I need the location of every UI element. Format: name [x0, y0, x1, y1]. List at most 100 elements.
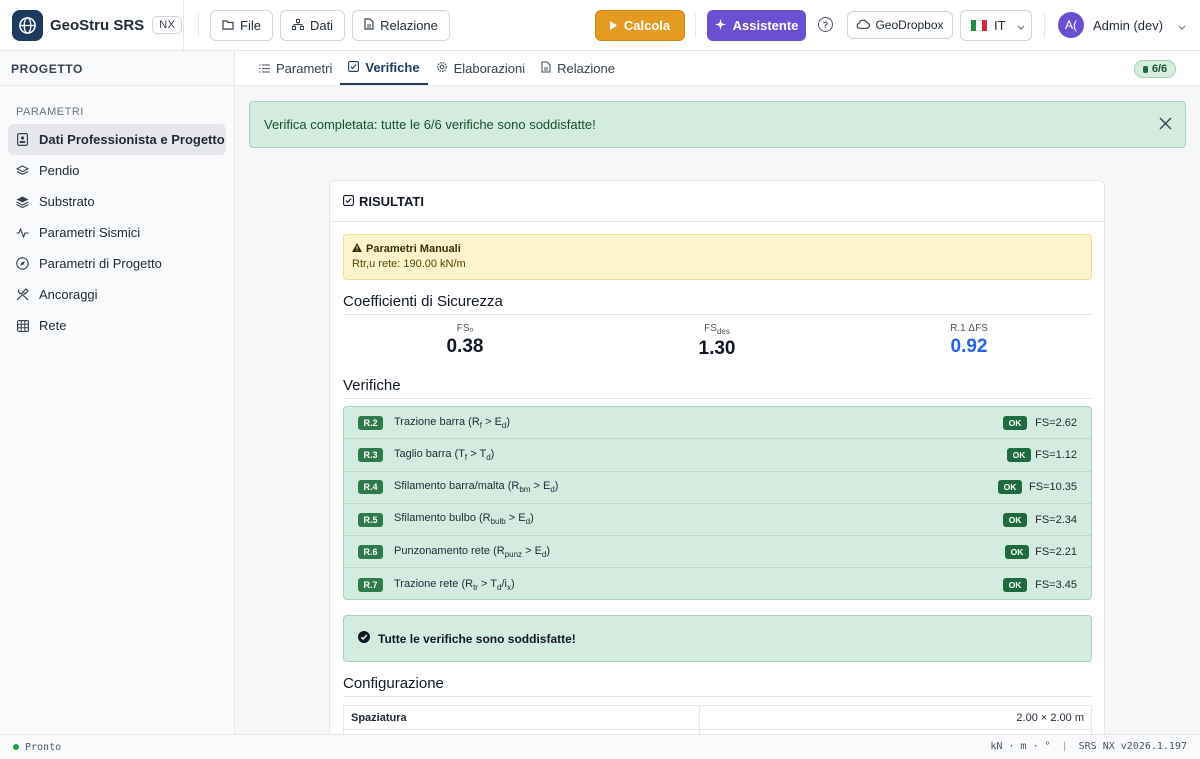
sidebar-item-ancoraggi[interactable]: Ancoraggi: [8, 279, 226, 310]
verifica-row-r4: R.4 Sfilamento barra/malta (Rbm > Ed) OK…: [344, 472, 1091, 504]
desc-text: ): [506, 415, 511, 428]
sidebar-item-rete[interactable]: Rete: [8, 310, 226, 341]
folder-icon: [222, 18, 234, 33]
desc-text: Trazione rete (R: [394, 577, 474, 590]
sidebar-item-label: Substrato: [39, 194, 95, 209]
verifica-code: R.3: [358, 447, 383, 462]
ok-badge: OK: [1003, 577, 1027, 592]
desc-text: ): [530, 512, 534, 525]
file-button-label: File: [240, 17, 261, 33]
count-badge-label: 6/6: [1151, 63, 1168, 75]
coef-value: 0.38: [446, 336, 484, 357]
coef-label: R.1 ΔFS: [950, 323, 988, 334]
grid-icon: [16, 319, 29, 332]
verifica-code: R.5: [358, 512, 383, 527]
sidebar-header: PROGETTO: [0, 51, 234, 86]
fs-value: FS=10.35: [1028, 481, 1077, 494]
warning-icon: [352, 243, 362, 255]
desc-text: Punzonamento rete (R: [394, 544, 505, 557]
desc-text: Sfilamento bulbo (R: [394, 512, 491, 525]
check-circle-icon: [358, 631, 370, 646]
relazione-button-label: Relazione: [380, 17, 438, 33]
activity-icon: [16, 226, 29, 239]
sidebar-item-substrato[interactable]: Substrato: [8, 186, 226, 217]
sidebar-item-label: Rete: [39, 318, 67, 333]
user-menu[interactable]: A( Admin (dev): [1058, 12, 1186, 38]
sparkle-icon: [714, 18, 726, 33]
bullet-icon: [1142, 65, 1148, 73]
globe-logo-icon: [12, 9, 43, 41]
tab-elaborazioni[interactable]: Elaborazioni: [428, 51, 534, 85]
verifica-description: Sfilamento bulbo (Rbulb > Ed): [394, 512, 534, 526]
coef-fs0: FSₒ 0.38: [340, 323, 590, 358]
tab-verifiche[interactable]: Verifiche: [340, 51, 428, 85]
language-select[interactable]: IT: [960, 10, 1032, 41]
verifica-code: R.4: [358, 480, 383, 495]
desc-text: > T: [467, 447, 487, 460]
top-bar: GeoStru SRS NX File Dati Relazione Calco…: [0, 0, 1200, 51]
ok-badge: OK: [998, 480, 1022, 495]
desc-sub: punz: [504, 549, 523, 559]
desc-text: ): [546, 544, 551, 557]
sidebar-item-dati-professionista[interactable]: Dati Professionista e Progetto: [8, 124, 226, 155]
tools-icon: [16, 288, 29, 301]
desc-text: > E: [530, 480, 551, 493]
sidebar-item-parametri-sismici[interactable]: Parametri Sismici: [8, 217, 226, 248]
desc-text: ): [490, 447, 495, 460]
verifica-row-r7: R.7 Trazione rete (Rtr > Td/ix) OK FS=3.…: [344, 568, 1091, 599]
divider: [343, 314, 1092, 315]
tab-parametri[interactable]: Parametri: [251, 51, 340, 85]
all-verifications-ok: Tutte le verifiche sono soddisfatte!: [343, 615, 1092, 662]
assistente-button[interactable]: Assistente: [707, 10, 806, 41]
verifica-description: Punzonamento rete (Rpunz > Ed): [394, 545, 550, 559]
version-text: SRS NX v2026.1.197: [1078, 741, 1187, 752]
desc-text: > E: [505, 512, 526, 525]
ok-badge: OK: [1007, 447, 1031, 462]
tab-label: Relazione: [557, 60, 615, 76]
verifica-row-r6: R.6 Punzonamento rete (Rpunz > Ed) OK FS…: [344, 536, 1091, 569]
dati-button[interactable]: Dati: [279, 9, 346, 41]
coef-label: FSdes: [592, 323, 842, 336]
warning-title-text: Parametri Manuali: [366, 243, 461, 255]
dati-button-label: Dati: [309, 17, 334, 33]
sidebar-item-pendio[interactable]: Pendio: [8, 155, 226, 186]
coefficients-title: Coefficienti di Sicurezza: [343, 293, 503, 310]
sidebar-item-parametri-progetto[interactable]: Parametri di Progetto: [8, 248, 226, 279]
verifica-description: Taglio barra (Tf > Td): [394, 448, 494, 462]
calcola-button[interactable]: Calcola: [595, 10, 685, 41]
tab-label: Elaborazioni: [453, 60, 526, 76]
status-separator: |: [1061, 741, 1068, 752]
close-icon[interactable]: [1153, 111, 1177, 135]
verification-count-badge: 6/6: [1134, 60, 1176, 78]
verifica-description: Trazione barra (Rf > Ed): [394, 416, 510, 430]
geodropbox-button[interactable]: GeoDropbox: [847, 11, 953, 39]
sidebar-item-label: Ancoraggi: [39, 287, 98, 302]
desc-text: Sfilamento barra/malta (R: [394, 480, 520, 493]
chevron-down-icon: [1017, 18, 1025, 33]
status-right: kN · m · ° | SRS NX v2026.1.197: [990, 741, 1187, 752]
document-icon: [541, 60, 551, 76]
alert-message: Verifica completata: tutte le 6/6 verifi…: [264, 117, 596, 132]
main-tabs: Parametri Verifiche Elaborazioni Relazio…: [235, 51, 1200, 86]
tab-relazione[interactable]: Relazione: [533, 51, 623, 85]
help-icon[interactable]: ?: [818, 17, 833, 32]
layers-outline-icon: [16, 164, 29, 177]
status-text: Pronto: [25, 741, 62, 753]
status-dot-icon: [13, 744, 19, 750]
sidebar-item-label: Parametri Sismici: [39, 225, 141, 240]
verifica-description: Sfilamento barra/malta (Rbm > Ed): [394, 480, 558, 494]
cog-icon: [436, 61, 448, 76]
configurazione-title: Configurazione: [343, 675, 444, 692]
file-button[interactable]: File: [210, 9, 273, 41]
relazione-button[interactable]: Relazione: [352, 9, 450, 41]
desc-text: ): [510, 577, 515, 590]
ok-badge: OK: [1003, 512, 1027, 527]
hierarchy-icon: [291, 18, 304, 33]
compass-icon: [16, 257, 29, 270]
tab-label: Verifiche: [365, 59, 420, 75]
edition-badge: NX: [152, 16, 183, 34]
config-label: Spaziatura: [343, 705, 700, 730]
desc-text: > T: [477, 577, 498, 590]
warning-title: Parametri Manuali: [352, 243, 1083, 255]
desc-text: ): [554, 480, 559, 493]
